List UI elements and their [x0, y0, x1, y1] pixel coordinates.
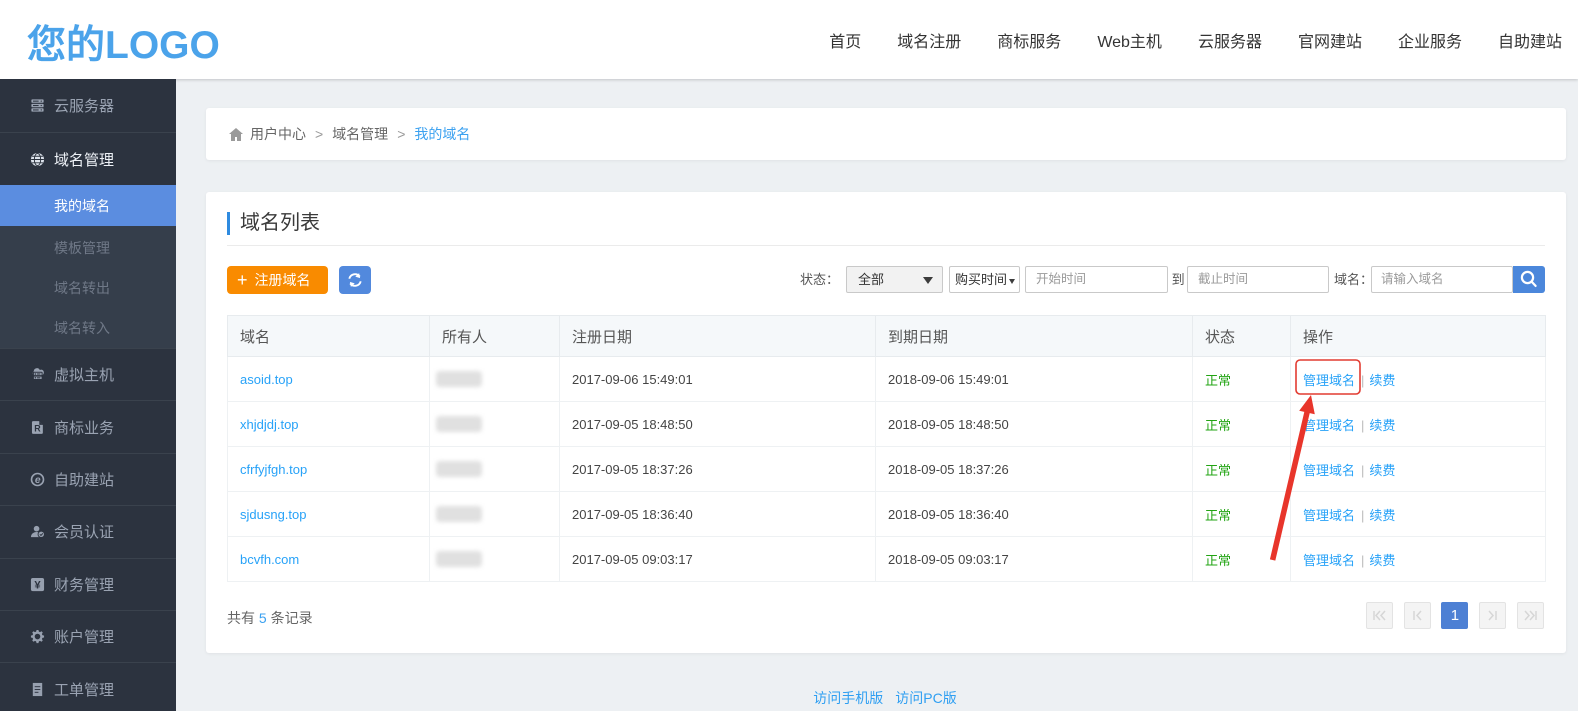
- svg-text:R: R: [34, 423, 41, 433]
- svg-text:¥: ¥: [34, 579, 41, 591]
- svg-text:e: e: [35, 475, 41, 486]
